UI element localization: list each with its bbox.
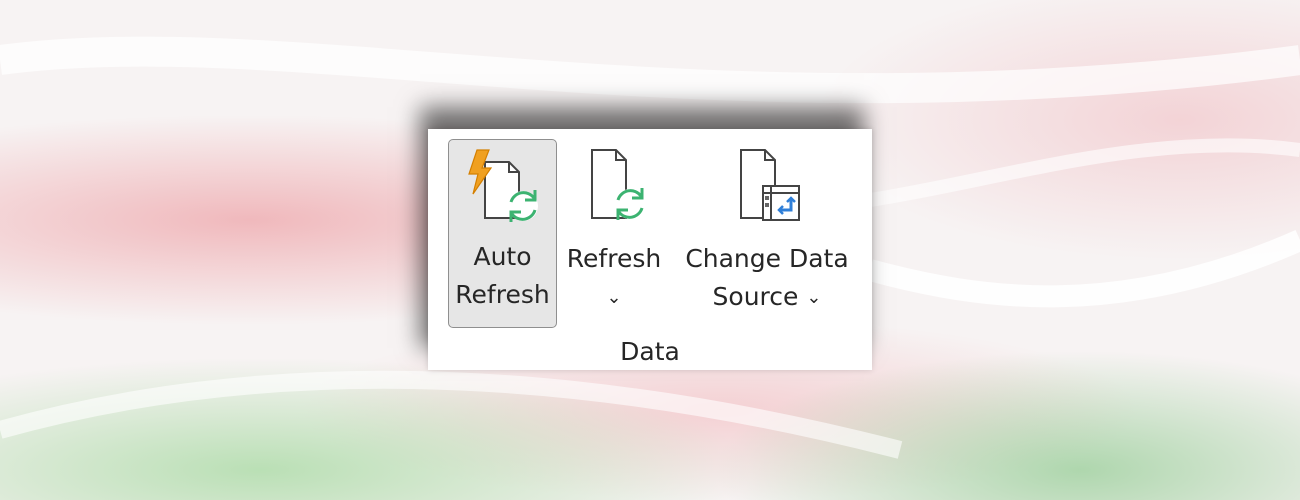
chevron-down-icon[interactable]: ⌄ (606, 279, 621, 317)
chevron-down-icon[interactable]: ⌄ (806, 279, 821, 317)
auto-refresh-label-line1: Auto (473, 242, 532, 271)
change-data-source-label-line2: Source (712, 282, 799, 311)
auto-refresh-label-line2: Refresh (455, 280, 550, 309)
auto-refresh-button[interactable]: Auto Refresh (448, 139, 557, 328)
refresh-document-icon (568, 146, 660, 228)
change-data-source-button[interactable]: Change Data Source ⌄ (678, 139, 856, 328)
change-data-source-label-line1: Change Data (685, 244, 849, 273)
refresh-label: Refresh (566, 244, 662, 273)
refresh-button[interactable]: Refresh ⌄ (562, 139, 666, 328)
ribbon-data-group: Auto Refresh Refresh ⌄ Change Data Sourc… (428, 129, 872, 370)
auto-refresh-icon (457, 146, 549, 228)
group-label: Data (620, 337, 680, 366)
change-data-source-icon (721, 146, 813, 228)
